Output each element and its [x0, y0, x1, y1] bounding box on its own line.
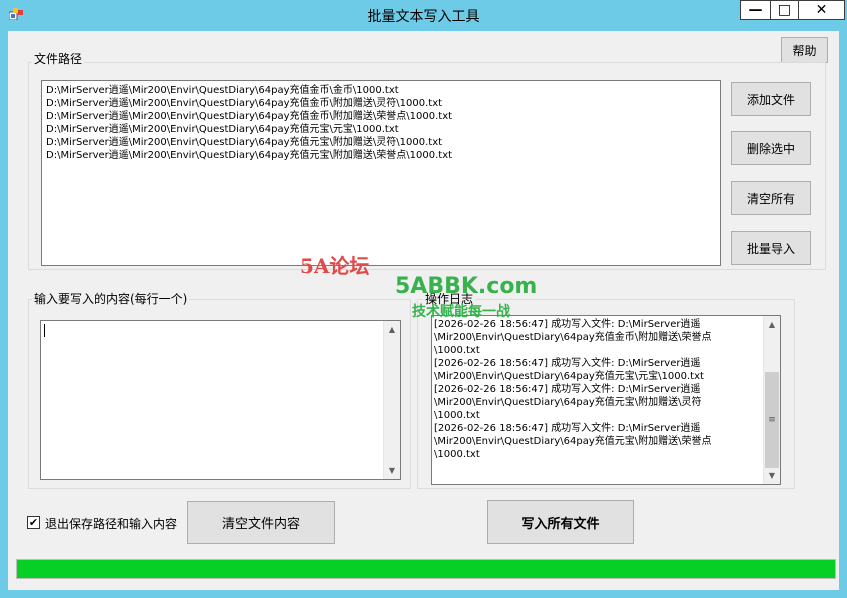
- write-all-files-button[interactable]: 写入所有文件: [487, 500, 634, 544]
- file-path-item[interactable]: D:\MirServer逍遥\Mir200\Envir\QuestDiary\6…: [42, 84, 720, 97]
- scroll-down-icon[interactable]: ▼: [764, 467, 780, 484]
- log-line: [2026-02-26 18:56:47] 成功写入文件: D:\MirServ…: [434, 423, 701, 434]
- text-cursor: [44, 324, 45, 337]
- file-path-group-label: 文件路径: [32, 50, 85, 67]
- watermark-site-en: 5ABBK.com: [395, 274, 538, 299]
- help-button[interactable]: 帮助: [781, 37, 828, 63]
- close-icon: ✕: [815, 2, 828, 18]
- log-line: \Mir200\Envir\QuestDiary\64pay充值元宝\元宝\10…: [434, 371, 704, 382]
- log-line: \Mir200\Envir\QuestDiary\64pay充值金币\附加赠送\…: [434, 332, 712, 343]
- file-path-item[interactable]: D:\MirServer逍遥\Mir200\Envir\QuestDiary\6…: [42, 110, 720, 123]
- watermark-site-cn: 5A论坛: [300, 254, 370, 278]
- save-on-exit-checkbox[interactable]: ✔: [27, 516, 40, 529]
- input-group-label: 输入要写入的内容(每行一个): [32, 290, 190, 307]
- clear-file-content-button[interactable]: 清空文件内容: [187, 501, 335, 544]
- maximize-icon: □: [777, 2, 792, 18]
- input-scrollbar[interactable]: ▲ ▼: [383, 321, 400, 479]
- file-path-list[interactable]: D:\MirServer逍遥\Mir200\Envir\QuestDiary\6…: [41, 80, 721, 266]
- save-on-exit-label[interactable]: 退出保存路径和输入内容: [45, 515, 177, 532]
- log-line: \Mir200\Envir\QuestDiary\64pay充值元宝\附加赠送\…: [434, 397, 702, 408]
- batch-import-button[interactable]: 批量导入: [731, 231, 811, 265]
- close-button[interactable]: ✕: [798, 0, 845, 20]
- delete-selected-button[interactable]: 删除选中: [731, 131, 811, 165]
- log-output[interactable]: [2026-02-26 18:56:47] 成功写入文件: D:\MirServ…: [431, 315, 781, 485]
- log-line: \Mir200\Envir\QuestDiary\64pay充值元宝\附加赠送\…: [434, 436, 712, 447]
- content-input[interactable]: ▲ ▼: [40, 320, 401, 480]
- scroll-up-icon[interactable]: ▲: [764, 316, 780, 333]
- scroll-up-icon[interactable]: ▲: [384, 321, 400, 338]
- log-line: [2026-02-26 18:56:47] 成功写入文件: D:\MirServ…: [434, 358, 701, 369]
- app-window: 批量文本写入工具 — □ ✕ 帮助 文件路径 D:\MirServer逍遥\Mi…: [0, 0, 847, 598]
- log-line: [2026-02-26 18:56:47] 成功写入文件: D:\MirServ…: [434, 384, 701, 395]
- minimize-icon: —: [748, 2, 763, 18]
- progress-bar: [16, 559, 836, 579]
- title-bar[interactable]: 批量文本写入工具 — □ ✕: [0, 0, 847, 30]
- window-title: 批量文本写入工具: [367, 9, 480, 25]
- log-line: \1000.txt: [434, 410, 480, 421]
- minimize-button[interactable]: —: [740, 0, 770, 20]
- add-file-button[interactable]: 添加文件: [731, 82, 811, 116]
- checkmark-icon: ✔: [28, 516, 39, 529]
- watermark-slogan: 技术赋能每一战: [412, 304, 510, 320]
- maximize-button[interactable]: □: [770, 0, 798, 20]
- log-line: \1000.txt: [434, 345, 480, 356]
- log-scrollbar[interactable]: ▲ ≡ ▼: [763, 316, 780, 484]
- scroll-down-icon[interactable]: ▼: [384, 462, 400, 479]
- file-path-item[interactable]: D:\MirServer逍遥\Mir200\Envir\QuestDiary\6…: [42, 97, 720, 110]
- log-lines: [2026-02-26 18:56:47] 成功写入文件: D:\MirServ…: [432, 318, 712, 461]
- file-path-item[interactable]: D:\MirServer逍遥\Mir200\Envir\QuestDiary\6…: [42, 123, 720, 136]
- clear-all-button[interactable]: 清空所有: [731, 181, 811, 215]
- scroll-thumb[interactable]: ≡: [765, 372, 779, 468]
- file-path-item[interactable]: D:\MirServer逍遥\Mir200\Envir\QuestDiary\6…: [42, 136, 720, 149]
- progress-fill: [17, 560, 835, 578]
- file-path-item[interactable]: D:\MirServer逍遥\Mir200\Envir\QuestDiary\6…: [42, 149, 720, 162]
- log-line: \1000.txt: [434, 449, 480, 460]
